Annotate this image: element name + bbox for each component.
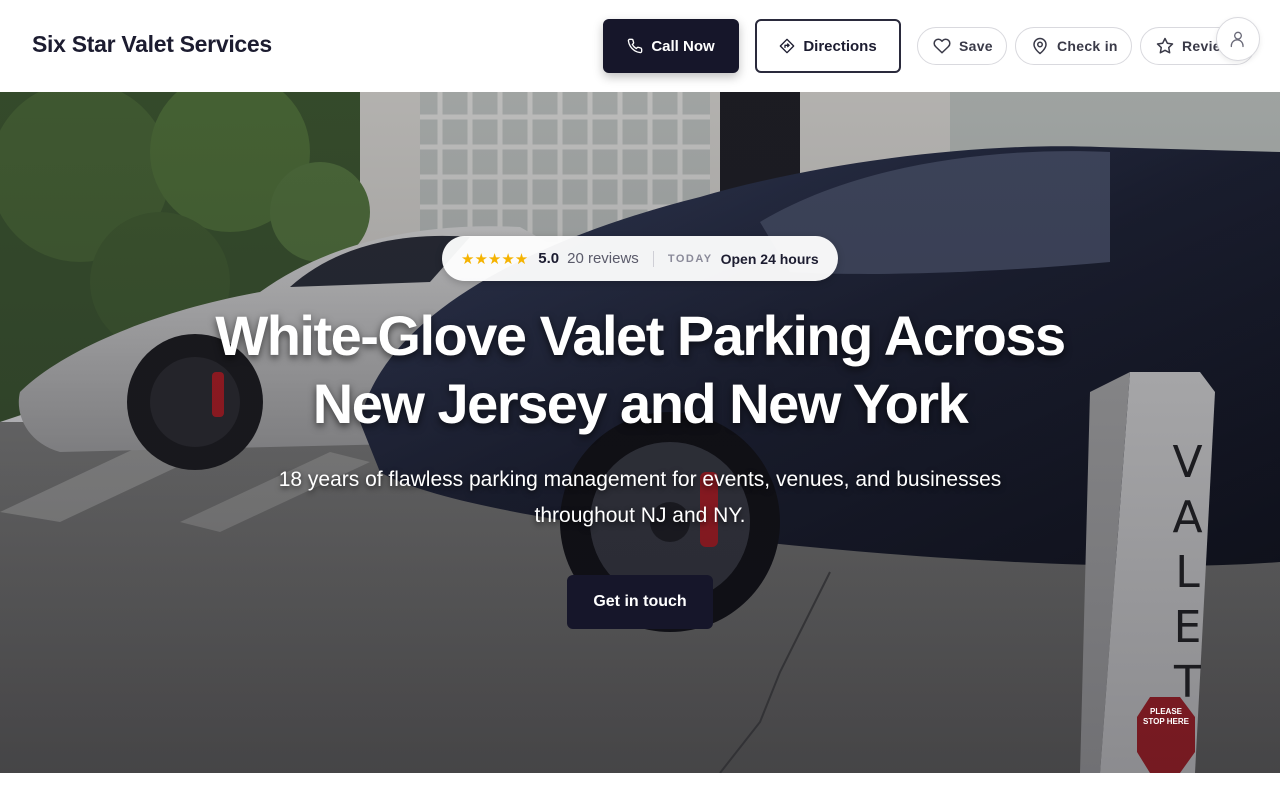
valet-sign-label: VALET (1162, 437, 1213, 712)
hero-headline: White-Glove Valet Parking Across New Jer… (140, 302, 1140, 438)
subhead-line-1: 18 years of flawless parking management … (278, 468, 1002, 491)
hero-subheading: 18 years of flawless parking management … (240, 462, 1040, 534)
headline-line-1: White-Glove Valet Parking Across (215, 304, 1066, 367)
call-now-button[interactable]: Call Now (603, 19, 739, 73)
get-in-touch-button[interactable]: Get in touch (567, 575, 713, 629)
save-button[interactable]: Save (917, 27, 1007, 65)
user-icon (1230, 31, 1244, 48)
review-count[interactable]: 20 reviews (567, 250, 639, 267)
today-label: TODAY (667, 252, 713, 265)
rating-hours-badge: ★★★★★ 5.0 20 reviews TODAY Open 24 hours (442, 236, 838, 281)
subhead-line-2: throughout NJ and NY. (534, 504, 746, 527)
hero-section: VALET PLEASE STOP HERE ★★★★★ 5.0 20 revi… (0, 92, 1280, 773)
map-pin-icon (1033, 37, 1047, 55)
brand-name[interactable]: Six Star Valet Services (32, 31, 272, 58)
directions-label: Directions (803, 37, 877, 55)
valet-sign-text: VALET (1158, 437, 1213, 727)
check-in-button[interactable]: Check in (1015, 27, 1132, 65)
stop-sign-text: PLEASE STOP HERE (1143, 707, 1189, 726)
star-icon (1156, 37, 1174, 54)
check-in-label: Check in (1057, 38, 1118, 54)
account-button[interactable] (1216, 17, 1260, 61)
heart-icon (933, 38, 951, 54)
directions-icon (779, 38, 795, 54)
badge-divider (652, 250, 654, 267)
rating-value: 5.0 (538, 250, 560, 267)
site-header: Six Star Valet Services Call Now Directi… (0, 0, 1280, 92)
rating-stars: ★★★★★ (461, 250, 529, 268)
hours-value: Open 24 hours (720, 250, 819, 267)
directions-button[interactable]: Directions (755, 19, 901, 73)
save-label: Save (959, 38, 993, 54)
headline-line-2: New Jersey and New York (312, 372, 969, 435)
phone-icon (628, 38, 643, 54)
call-now-label: Call Now (651, 37, 715, 55)
